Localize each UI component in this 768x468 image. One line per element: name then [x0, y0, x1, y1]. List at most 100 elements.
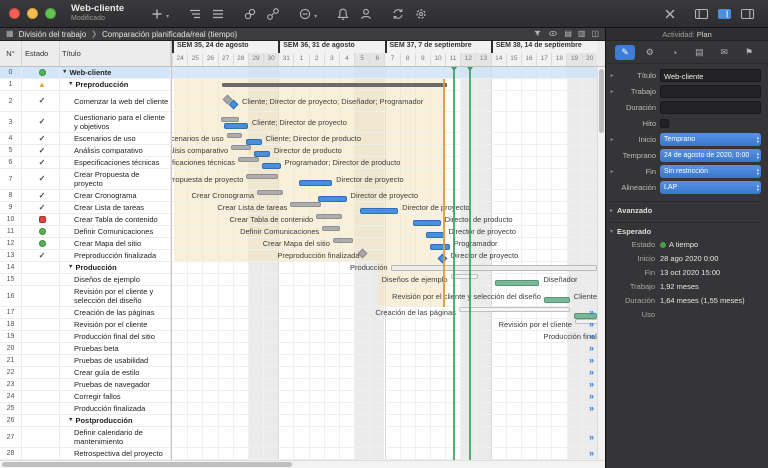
day-header[interactable]: 11	[445, 53, 460, 66]
planned-bar[interactable]	[238, 157, 259, 162]
continuation-arrows-icon[interactable]: »	[589, 448, 594, 459]
gantt-row[interactable]: Revisión por el cliente»	[172, 319, 597, 331]
table-row[interactable]: 7✓Crear Propuesta de proyecto	[0, 169, 171, 190]
gantt-row[interactable]: Crear Mapa del sitioProgramador	[172, 238, 597, 250]
gantt-row[interactable]: Crear Lista de tareasDirector de proyect…	[172, 202, 597, 214]
continuation-arrows-icon[interactable]: »	[589, 379, 594, 390]
week-header[interactable]: SEM 37, 7 de septiembre	[385, 41, 491, 53]
gantt-row[interactable]: Definir ComunicacionesDirector de proyec…	[172, 226, 597, 238]
view-option-columns-icon[interactable]: ▥	[578, 30, 586, 38]
day-header[interactable]: 9	[415, 53, 430, 66]
gantt-row[interactable]: Crear Propuesta de proyectoDirector de p…	[172, 169, 597, 190]
activity-value[interactable]: Plan	[697, 30, 712, 39]
table-row[interactable]: 5✓Análisis comparativo	[0, 145, 171, 157]
table-row[interactable]: 9✓Crear Lista de tareas	[0, 202, 171, 214]
gantt-row[interactable]: »	[172, 367, 597, 379]
disclosure-icon[interactable]: ▸	[608, 72, 616, 79]
planned-bar[interactable]	[227, 133, 242, 138]
vertical-scrollbar-thumb[interactable]	[599, 69, 604, 133]
milestone-checkbox[interactable]	[660, 119, 669, 128]
table-row[interactable]: 18Revisión por el cliente	[0, 319, 171, 331]
filter-icon[interactable]	[533, 29, 542, 40]
planned-bar[interactable]	[290, 202, 320, 207]
field-input[interactable]: Web-cliente	[660, 69, 761, 82]
gantt-row[interactable]: Escenarios de usoCliente; Director de pr…	[172, 133, 597, 145]
table-row[interactable]: 13✓Preproducción finalizada	[0, 250, 171, 262]
eye-icon[interactable]	[548, 29, 558, 40]
table-row[interactable]: 16Revisión por el cliente y selección de…	[0, 286, 171, 307]
table-row[interactable]: 0▼Web-cliente	[0, 67, 171, 79]
resources-person-icon[interactable]	[357, 5, 374, 22]
inspector-tab-edit[interactable]: ✎	[615, 45, 635, 60]
close-window-button[interactable]	[9, 8, 20, 19]
planned-bar[interactable]	[257, 190, 283, 195]
table-row[interactable]: 1▲▼Preproducción	[0, 79, 171, 91]
table-row[interactable]: 6✓Especificaciones técnicas	[0, 157, 171, 169]
planned-milestone-icon[interactable]	[358, 249, 368, 259]
breadcrumb-subview[interactable]: Comparación planificada/real (tiempo)	[102, 30, 237, 39]
gantt-row[interactable]: Creación de las páginas»	[172, 307, 597, 319]
continuation-arrows-icon[interactable]: »	[589, 307, 594, 318]
day-header[interactable]: 6	[369, 53, 384, 66]
horizontal-scrollbar[interactable]	[0, 460, 605, 468]
planned-bar[interactable]	[316, 214, 342, 219]
day-header[interactable]: 2	[309, 53, 324, 66]
day-header[interactable]: 13	[475, 53, 490, 66]
table-row[interactable]: 25Producción finalizada	[0, 403, 171, 415]
table-row[interactable]: 19Producción final del sitio	[0, 331, 171, 343]
gantt-row[interactable]: »	[172, 403, 597, 415]
actual-bar[interactable]	[544, 297, 570, 303]
set-completion-icon[interactable]	[296, 5, 313, 22]
disclosure-icon[interactable]: ▸	[608, 168, 616, 175]
day-header[interactable]: 7	[384, 53, 399, 66]
planned-bar[interactable]	[459, 307, 570, 312]
table-row[interactable]: 11Definir Comunicaciones	[0, 226, 171, 238]
field-input[interactable]	[660, 85, 761, 98]
table-row[interactable]: 10Crear Tabla de contenido	[0, 214, 171, 226]
gantt-row[interactable]: Especificaciones técnicasProgramador; Di…	[172, 157, 597, 169]
table-row[interactable]: 21Pruebas de usabilidad	[0, 355, 171, 367]
outline-view-icon[interactable]	[186, 5, 203, 22]
table-row[interactable]: 26▼Postproducción	[0, 415, 171, 427]
field-popup[interactable]: LAP▴▾	[660, 181, 761, 194]
inspector-tab-flag[interactable]: ⚑	[739, 45, 759, 60]
view-option-rows-icon[interactable]: ▤	[564, 30, 572, 38]
week-header[interactable]: SEM 36, 31 de agosto	[278, 41, 384, 53]
planned-bar[interactable]	[322, 226, 340, 231]
section-header[interactable]: ▸Avanzado	[610, 201, 761, 215]
table-row[interactable]: 17Creación de las páginas	[0, 307, 171, 319]
day-header[interactable]: 24	[172, 53, 187, 66]
actual-bar[interactable]	[224, 123, 248, 129]
gantt-row[interactable]: »	[172, 355, 597, 367]
planned-bar[interactable]	[246, 174, 278, 179]
field-popup[interactable]: 24 de agosto de 2020, 0:00▴▾	[660, 149, 761, 162]
day-header[interactable]: 4	[339, 53, 354, 66]
table-row[interactable]: 28Retrospectiva del proyecto	[0, 448, 171, 460]
inspector-tab-columns[interactable]: ▤	[689, 45, 709, 60]
gantt-row[interactable]: Revisión por el cliente y selección del …	[172, 286, 597, 307]
table-row[interactable]: 20Pruebas beta	[0, 343, 171, 355]
horizontal-scrollbar-thumb[interactable]	[2, 462, 292, 467]
column-header-title[interactable]: Título	[60, 41, 171, 66]
day-header[interactable]: 18	[551, 53, 566, 66]
actual-bar[interactable]	[299, 180, 332, 186]
day-header[interactable]: 28	[233, 53, 248, 66]
disclosure-triangle-icon[interactable]: ▼	[68, 263, 73, 272]
continuation-arrows-icon[interactable]: »	[589, 432, 594, 443]
gantt-row[interactable]: Crear CronogramaDirector de proyecto	[172, 190, 597, 202]
gantt-row[interactable]: »	[172, 343, 597, 355]
table-row[interactable]: 14▼Producción	[0, 262, 171, 274]
day-header[interactable]: 27	[218, 53, 233, 66]
table-row[interactable]: 27Definir calendario de mantenimiento	[0, 427, 171, 448]
gantt-row[interactable]: Producción	[172, 262, 597, 274]
gantt-row[interactable]: Análisis comparativoDirector de producto	[172, 145, 597, 157]
add-activity-icon[interactable]	[148, 5, 165, 22]
zoom-window-button[interactable]	[45, 8, 56, 19]
week-header[interactable]: SEM 38, 14 de septiembre	[491, 41, 597, 53]
inspector-toggle-icon[interactable]	[716, 5, 733, 22]
day-header[interactable]: 17	[536, 53, 551, 66]
disclosure-triangle-icon[interactable]: ▼	[68, 416, 73, 425]
continuation-arrows-icon[interactable]: »	[589, 331, 594, 342]
continuation-arrows-icon[interactable]: »	[589, 367, 594, 378]
day-header[interactable]: 5	[354, 53, 369, 66]
